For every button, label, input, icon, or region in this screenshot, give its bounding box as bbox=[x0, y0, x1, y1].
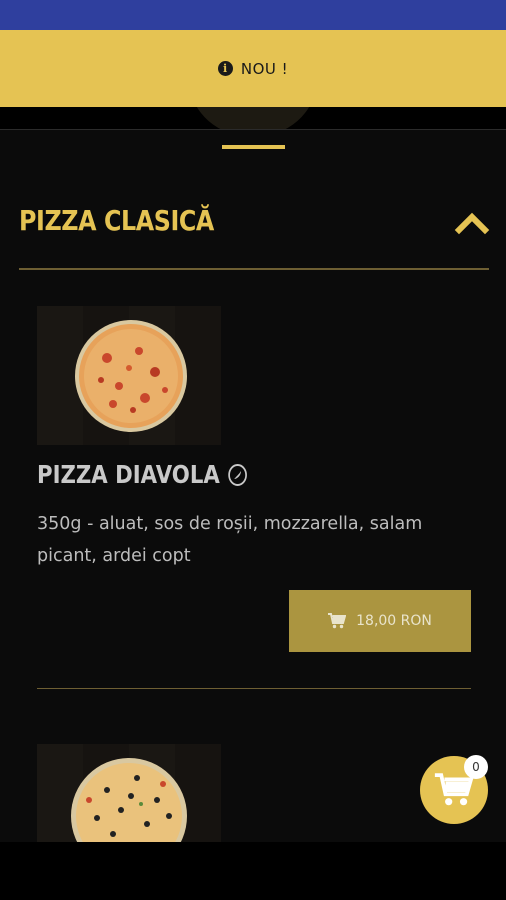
pizza-photo bbox=[37, 306, 221, 445]
collapse-section-button[interactable] bbox=[454, 206, 490, 238]
pizza-photo bbox=[37, 744, 221, 842]
section-title: PIZZA CLASICĂ bbox=[19, 204, 214, 237]
product-image[interactable] bbox=[37, 744, 221, 842]
cart-count-badge: 0 bbox=[464, 755, 488, 779]
logo-arc bbox=[190, 107, 316, 129]
product-description: 350g - aluat, sos de roșii, mozzarella, … bbox=[37, 514, 423, 566]
navigation-bar bbox=[0, 842, 506, 900]
header-strip bbox=[0, 107, 506, 129]
spicy-icon bbox=[228, 463, 248, 486]
info-icon: i bbox=[217, 61, 233, 76]
product-name: PIZZA DIAVOLA bbox=[37, 460, 248, 489]
drag-handle[interactable] bbox=[222, 145, 285, 149]
add-to-cart-button[interactable]: 18,00 RON bbox=[289, 590, 471, 652]
new-banner[interactable]: i NOU ! bbox=[0, 30, 506, 107]
status-bar bbox=[0, 0, 506, 30]
header-divider bbox=[0, 129, 506, 130]
cart-icon bbox=[328, 613, 347, 629]
banner-text: NOU ! bbox=[240, 59, 289, 78]
price-label: 18,00 RON bbox=[356, 613, 432, 629]
cart-icon bbox=[434, 773, 474, 806]
product-divider bbox=[37, 688, 471, 689]
product-name-text: PIZZA DIAVOLA bbox=[37, 460, 220, 489]
chevron-up-icon bbox=[454, 212, 490, 235]
section-divider bbox=[19, 268, 489, 270]
product-image[interactable] bbox=[37, 306, 221, 445]
